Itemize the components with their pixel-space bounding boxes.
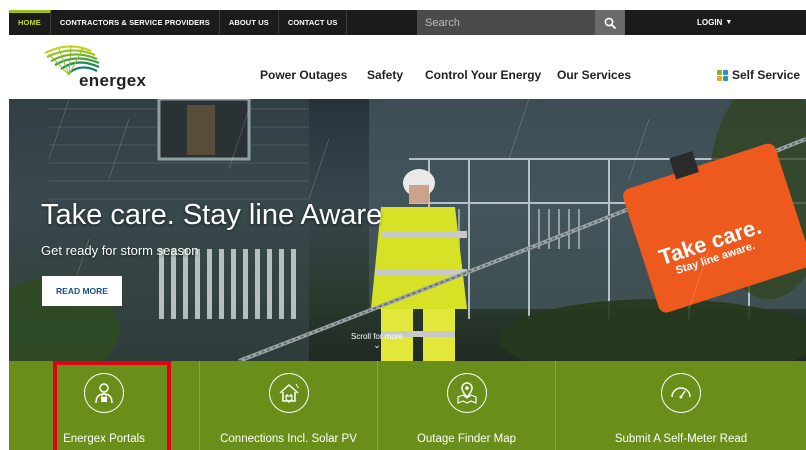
top-nav-contractors[interactable]: CONTRACTORS & SERVICE PROVIDERS: [51, 10, 220, 35]
quick-link-label: Connections Incl. Solar PV: [220, 433, 357, 445]
search-button[interactable]: [595, 10, 625, 35]
quick-links-bar: Energex Portals Connections Incl. Solar …: [9, 361, 806, 450]
quick-link-self-meter-read[interactable]: Submit A Self-Meter Read: [556, 361, 806, 450]
logo-wordmark: energex: [79, 71, 147, 90]
user-lock-icon: [84, 373, 124, 413]
top-nav-about-us[interactable]: ABOUT US: [220, 10, 279, 35]
self-service-label: Self Service: [732, 68, 801, 82]
quick-link-label: Submit A Self-Meter Read: [614, 433, 748, 445]
nav-safety[interactable]: Safety: [367, 68, 403, 82]
scroll-for-more[interactable]: Scroll for more ⌄: [347, 332, 407, 350]
search-input[interactable]: [417, 10, 595, 35]
hero-title: Take care. Stay line Aware: [41, 199, 383, 231]
chevron-down-icon: ⌄: [373, 340, 381, 350]
top-nav-home[interactable]: HOME: [9, 10, 51, 35]
search-box: [417, 10, 625, 35]
nav-our-services[interactable]: Our Services: [557, 68, 631, 82]
map-pin-icon: [446, 373, 487, 413]
gauge-icon: [661, 373, 701, 413]
search-icon: [604, 17, 616, 29]
top-nav-contact-us[interactable]: CONTACT US: [279, 10, 348, 35]
hero-banner: Take care. Stay line aware. Take care. S…: [9, 99, 806, 361]
self-service-grid-icon: [717, 69, 728, 81]
main-header: energex Power Outages Safety Control You…: [9, 35, 806, 99]
top-utility-bar: HOME CONTRACTORS & SERVICE PROVIDERS ABO…: [9, 10, 806, 35]
login-label: LOGIN: [697, 18, 723, 27]
quick-link-outage-finder-map[interactable]: Outage Finder Map: [378, 361, 556, 450]
hero-subtitle: Get ready for storm season: [41, 243, 199, 258]
quick-link-label: Energex Portals: [63, 433, 145, 445]
login-dropdown[interactable]: LOGIN ▼: [697, 10, 732, 35]
house-plug-icon: [268, 373, 309, 413]
nav-power-outages[interactable]: Power Outages: [260, 68, 347, 82]
quick-link-connections[interactable]: Connections Incl. Solar PV: [200, 361, 378, 450]
top-nav: HOME CONTRACTORS & SERVICE PROVIDERS ABO…: [9, 10, 348, 35]
read-more-button[interactable]: READ MORE: [42, 276, 122, 306]
energex-logo[interactable]: energex: [39, 39, 159, 95]
self-service-link[interactable]: Self Service: [717, 68, 800, 82]
nav-control-your-energy[interactable]: Control Your Energy: [425, 68, 541, 82]
quick-link-label: Outage Finder Map: [416, 433, 517, 445]
quick-link-energex-portals[interactable]: Energex Portals: [9, 361, 200, 450]
caret-down-icon: ▼: [725, 19, 733, 26]
